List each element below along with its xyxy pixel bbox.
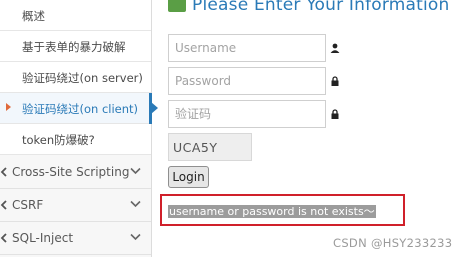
- login-button[interactable]: Login: [168, 166, 209, 188]
- sidebar: 概述 基于表单的暴力破解 验证码绕过(on server) 验证码绕过(on c…: [0, 0, 152, 257]
- sidebar-group-csrf[interactable]: CSRF: [0, 189, 151, 222]
- sidebar-item-label: 基于表单的暴力破解: [22, 40, 126, 54]
- captcha-input[interactable]: [168, 100, 326, 128]
- sidebar-group-label: SQL-Inject: [12, 231, 74, 245]
- chevron-down-icon[interactable]: [130, 200, 141, 208]
- chevron-down-icon[interactable]: [130, 233, 141, 241]
- code-icon: [0, 200, 7, 210]
- code-icon: [0, 233, 7, 243]
- user-icon: [330, 43, 340, 53]
- book-icon: [168, 0, 186, 12]
- sidebar-item-form-bruteforce[interactable]: 基于表单的暴力破解: [0, 31, 151, 62]
- chevron-down-icon[interactable]: [130, 167, 141, 175]
- lock-icon: [331, 76, 339, 86]
- sidebar-group-sqli[interactable]: SQL-Inject: [0, 222, 151, 255]
- sidebar-item-label: 验证码绕过(on client): [22, 102, 139, 116]
- sidebar-item-overview[interactable]: 概述: [0, 0, 151, 31]
- sidebar-item-label: 概述: [22, 9, 45, 23]
- sidebar-item-captcha-server[interactable]: 验证码绕过(on server): [0, 62, 151, 93]
- captcha-code[interactable]: UCA5Y: [168, 133, 252, 161]
- sidebar-group-xss[interactable]: Cross-Site Scripting: [0, 156, 151, 189]
- lock-icon: [331, 109, 339, 119]
- sidebar-item-label: 验证码绕过(on server): [22, 71, 143, 85]
- username-input[interactable]: [168, 34, 326, 62]
- sidebar-item-captcha-client[interactable]: 验证码绕过(on client): [0, 93, 152, 124]
- page-title: Please Enter Your Information: [192, 0, 450, 15]
- error-message-box: username or password is not exists～: [160, 194, 405, 226]
- active-indicator-icon: [6, 103, 11, 111]
- error-message: username or password is not exists～: [168, 205, 376, 218]
- active-notch: [151, 102, 158, 114]
- sidebar-group-label: Cross-Site Scripting: [12, 165, 130, 179]
- sidebar-group-label: CSRF: [12, 198, 44, 212]
- sidebar-item-label: token防爆破?: [22, 133, 95, 147]
- password-input[interactable]: [168, 67, 326, 95]
- watermark: CSDN @HSY233233: [333, 236, 453, 250]
- code-icon: [0, 167, 7, 177]
- sidebar-item-token[interactable]: token防爆破?: [0, 124, 151, 155]
